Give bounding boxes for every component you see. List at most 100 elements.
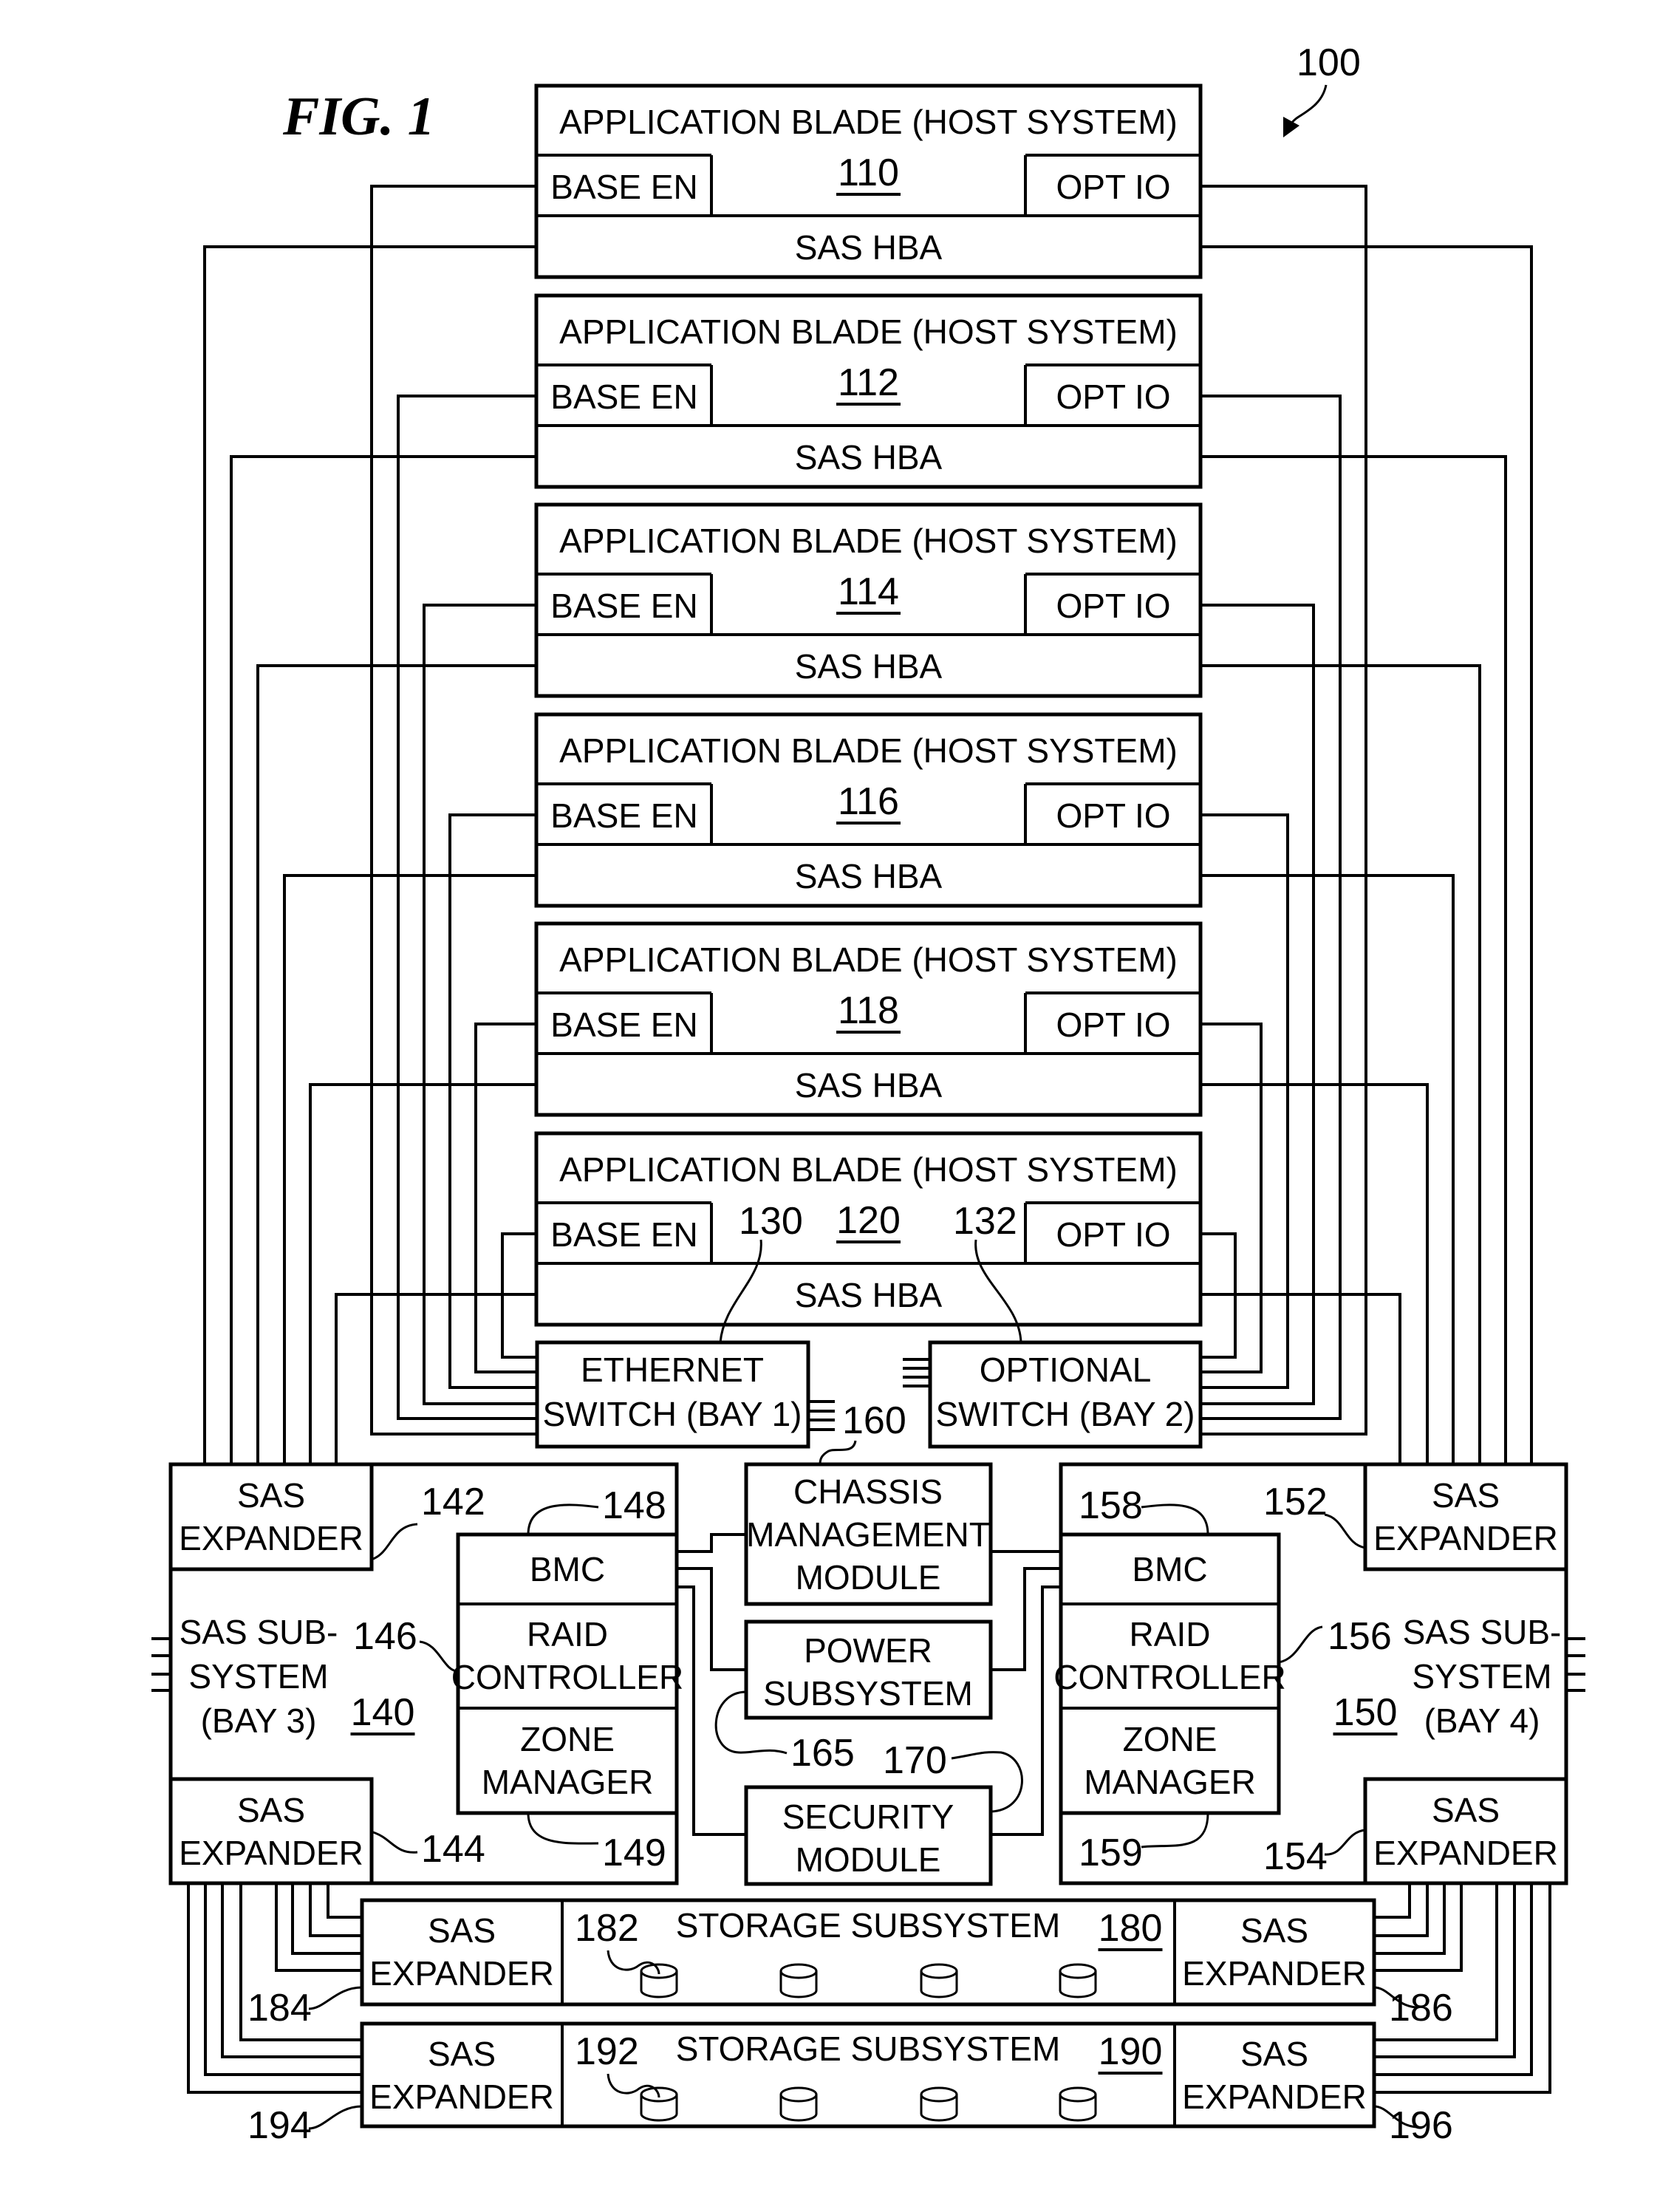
sas-expander-label: SAS <box>428 1911 496 1950</box>
ref-160: 160 <box>842 1399 906 1442</box>
ref-160-leader <box>819 1440 857 1465</box>
blade-title: APPLICATION BLADE (HOST SYSTEM) <box>559 731 1178 770</box>
sas-expander-label: EXPANDER <box>1182 1954 1367 1993</box>
sas-expander-label: SAS <box>1240 1911 1308 1950</box>
ref-144: 144 <box>421 1828 485 1871</box>
sas-expander-label: SAS <box>1432 1791 1500 1829</box>
wire-base-en-4 <box>474 1023 536 1373</box>
power-label: POWER <box>804 1631 932 1670</box>
storage-title: STORAGE SUBSYSTEM <box>676 2030 1061 2068</box>
ref-170: 170 <box>883 1739 947 1782</box>
sas-expander-label: EXPANDER <box>179 1519 363 1557</box>
security-label: MODULE <box>796 1840 941 1879</box>
ref-132: 132 <box>953 1200 1017 1243</box>
wire-storage-right-0-1 <box>1374 1883 1429 1937</box>
figure-title: FIG. 1 <box>282 86 435 147</box>
ref-142: 142 <box>421 1481 485 1523</box>
wire-base-en-0 <box>370 185 536 1436</box>
sas-subsystem-name: (BAY 3) <box>201 1701 317 1740</box>
sas-expander-label: SAS <box>1240 2035 1308 2073</box>
sas-subsystem-ref: 150 <box>1333 1691 1398 1734</box>
ref-130: 130 <box>739 1200 803 1243</box>
sas-hba-label: SAS HBA <box>795 647 943 686</box>
zone-manager-label: MANAGER <box>482 1763 654 1801</box>
sas-subsystem-name: (BAY 4) <box>1424 1701 1540 1740</box>
base-en-label: BASE EN <box>550 1215 697 1254</box>
wire-opt-io-4 <box>1200 1023 1263 1373</box>
system-block-diagram: FIG. 1 100 APPLICATION BLADE (HOST SYSTEM)… <box>151 41 1585 2147</box>
wire-base-en-1 <box>397 395 536 1420</box>
ref-152: 152 <box>1263 1481 1328 1523</box>
ethernet-switch-label: ETHERNET <box>581 1351 764 1389</box>
sas-hba-label: SAS HBA <box>795 228 943 267</box>
ref-156: 156 <box>1328 1615 1392 1658</box>
sas-subsystem-name: SYSTEM <box>1412 1657 1551 1696</box>
wire-storage-right-0-3 <box>1374 1883 1463 1972</box>
base-en-label: BASE EN <box>550 1006 697 1044</box>
raid-controller-label: RAID <box>1130 1615 1211 1653</box>
disk-ref: 192 <box>575 2030 639 2073</box>
sas-expander-label: SAS <box>1432 1476 1500 1515</box>
bmc-label: BMC <box>530 1550 605 1588</box>
raid-controller-label: CONTROLLER <box>451 1658 683 1696</box>
sas-expander-label: EXPANDER <box>179 1834 363 1872</box>
cmm-label: MODULE <box>796 1558 941 1597</box>
wire-bmc-left-power <box>677 1567 746 1671</box>
raid-controller-label: CONTROLLER <box>1053 1658 1285 1696</box>
ref-184: 184 <box>247 1987 312 2030</box>
ethernet-switch-label: SWITCH (BAY 1) <box>543 1395 802 1433</box>
ref-100: 100 <box>1297 41 1361 84</box>
wire-storage-right-0-0 <box>1374 1883 1411 1919</box>
storage-title: STORAGE SUBSYSTEM <box>676 1906 1061 1945</box>
wire-hba-left-1 <box>230 455 536 1464</box>
wire-storage-left-0-3 <box>275 1883 362 1972</box>
ref-149: 149 <box>602 1832 666 1874</box>
optional-switch-label: OPTIONAL <box>980 1351 1152 1389</box>
wire-base-en-3 <box>448 813 536 1389</box>
sas-expander-label: SAS <box>428 2035 496 2073</box>
sas-expander-label: EXPANDER <box>369 2078 554 2116</box>
opt-io-label: OPT IO <box>1056 1006 1170 1044</box>
opt-io-label: OPT IO <box>1056 378 1170 416</box>
blade-ref: 110 <box>838 151 899 194</box>
wire-hba-left-3 <box>283 874 536 1464</box>
ref-196: 196 <box>1389 2104 1453 2147</box>
wire-power-bmc-right <box>991 1567 1061 1671</box>
blade-ref: 114 <box>838 570 899 613</box>
base-en-label: BASE EN <box>550 168 697 206</box>
zone-manager-label: ZONE <box>520 1720 615 1758</box>
sas-expander-label: EXPANDER <box>1373 1519 1558 1557</box>
sas-expander-label: EXPANDER <box>1182 2078 1367 2116</box>
blade-title: APPLICATION BLADE (HOST SYSTEM) <box>559 103 1178 141</box>
sas-subsystem-ref: 140 <box>351 1691 415 1734</box>
sas-expander-label: EXPANDER <box>1373 1834 1558 1872</box>
sas-subsystem-name: SAS SUB- <box>180 1613 338 1651</box>
ref-194-leader <box>308 2105 363 2130</box>
base-en-label: BASE EN <box>550 378 697 416</box>
opt-io-label: OPT IO <box>1056 587 1170 625</box>
disk-ref: 182 <box>575 1907 639 1950</box>
wire-storage-left-0-0 <box>327 1883 362 1919</box>
wire-opt-io-1 <box>1200 395 1342 1420</box>
sas-hba-label: SAS HBA <box>795 1276 943 1314</box>
blade-title: APPLICATION BLADE (HOST SYSTEM) <box>559 522 1178 560</box>
sas-subsystem-name: SYSTEM <box>188 1657 328 1696</box>
opt-io-label: OPT IO <box>1056 1215 1170 1254</box>
wire-bmc-left-cmm <box>677 1533 746 1553</box>
sas-hba-label: SAS HBA <box>795 857 943 895</box>
blade-title: APPLICATION BLADE (HOST SYSTEM) <box>559 941 1178 979</box>
wire-hba-right-3 <box>1200 874 1455 1464</box>
sas-hba-label: SAS HBA <box>795 1066 943 1105</box>
wire-storage-left-0-1 <box>309 1883 362 1937</box>
security-label: SECURITY <box>782 1798 954 1836</box>
sas-hba-label: SAS HBA <box>795 438 943 477</box>
opt-io-label: OPT IO <box>1056 796 1170 835</box>
wire-base-en-2 <box>423 604 536 1405</box>
cmm-label: CHASSIS <box>793 1472 943 1511</box>
wire-opt-io-3 <box>1200 813 1289 1389</box>
ref-158: 158 <box>1079 1484 1143 1527</box>
zone-manager-label: ZONE <box>1123 1720 1217 1758</box>
wire-storage-left-1-2 <box>204 1883 362 2076</box>
ref-154: 154 <box>1263 1835 1328 1878</box>
sas-expander-label: SAS <box>237 1791 305 1829</box>
